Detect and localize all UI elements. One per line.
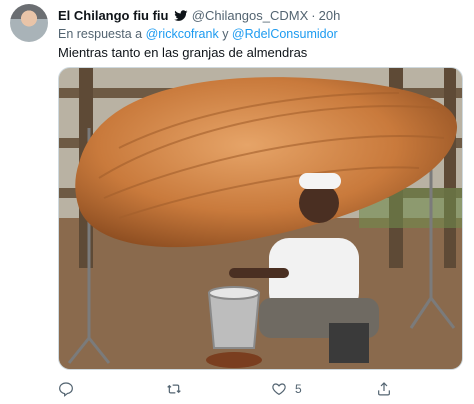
almond-meme-picture <box>59 68 462 369</box>
share-icon <box>378 382 390 396</box>
share-button[interactable] <box>376 378 392 400</box>
avatar[interactable] <box>10 4 48 42</box>
tweet-actions: 5 <box>58 378 463 400</box>
reply-joiner: y <box>222 27 229 41</box>
reply-prefix: En respuesta a <box>58 27 143 41</box>
verified-bird-icon <box>174 10 188 21</box>
author-handle[interactable]: @Chilangos_CDMX <box>192 8 309 23</box>
retweet-icon <box>167 384 181 394</box>
like-icon <box>272 383 286 396</box>
tweet-header: El Chilango fiu fiu @Chilangos_CDMX · 20h <box>58 8 340 23</box>
like-button[interactable]: 5 <box>271 378 302 400</box>
reply-mention-rickcofrank[interactable]: @rickcofrank <box>146 27 219 41</box>
reply-icon <box>59 382 73 397</box>
reply-button[interactable] <box>58 378 74 400</box>
like-count: 5 <box>295 382 302 396</box>
timestamp[interactable]: 20h <box>319 8 341 23</box>
tweet-image[interactable] <box>58 67 463 370</box>
reply-mention-rdelconsumidor[interactable]: @RdelConsumidor <box>232 27 338 41</box>
reply-context: En respuesta a @rickcofrank y @RdelConsu… <box>58 27 338 41</box>
author-name[interactable]: El Chilango fiu fiu <box>58 8 169 23</box>
separator: · <box>311 8 316 23</box>
tweet-text: Mientras tanto en las granjas de almendr… <box>58 45 308 60</box>
retweet-button[interactable] <box>165 378 183 400</box>
